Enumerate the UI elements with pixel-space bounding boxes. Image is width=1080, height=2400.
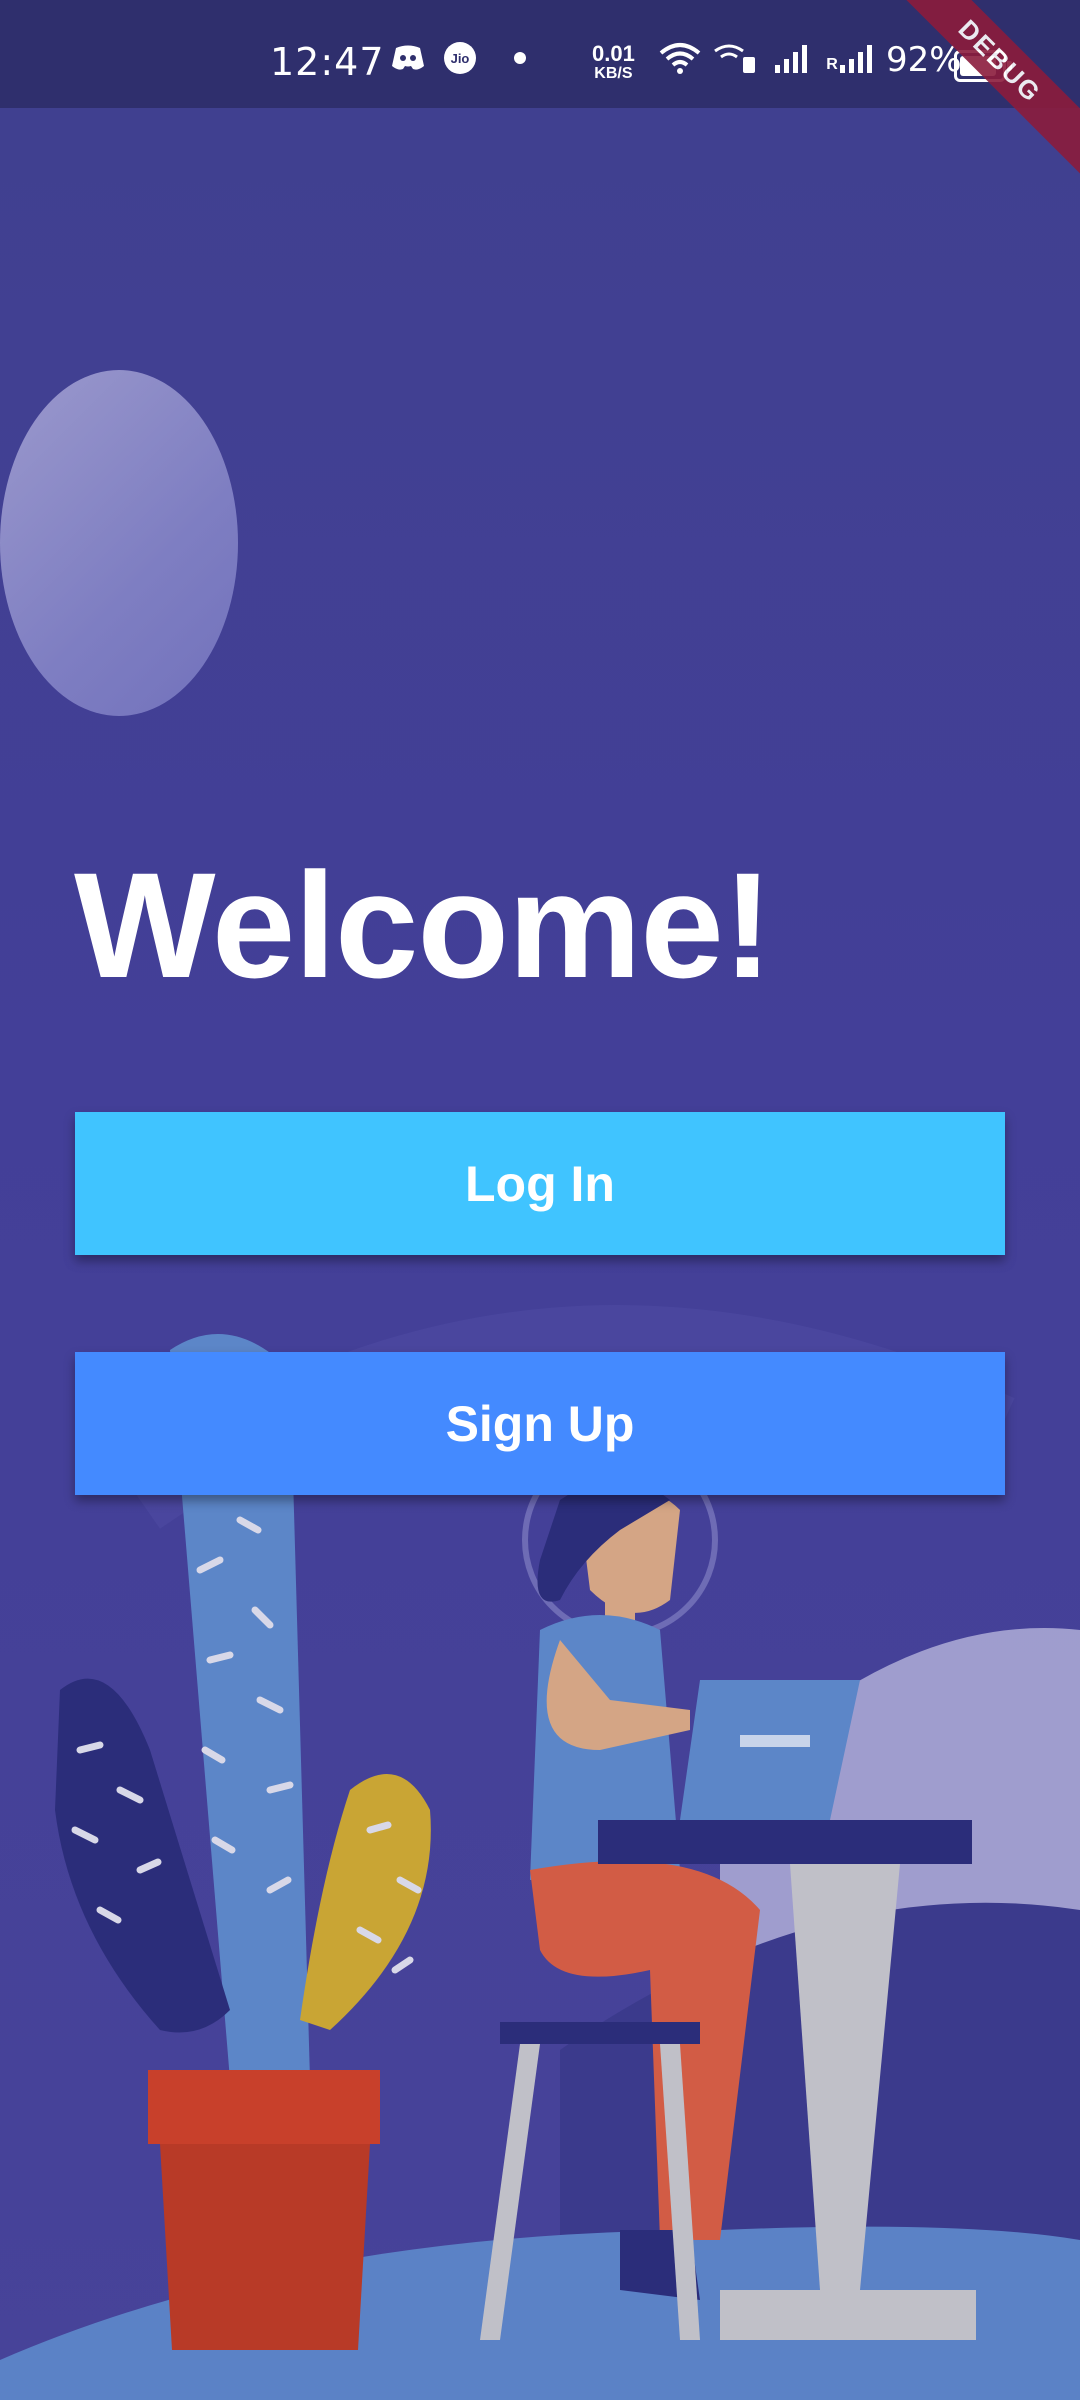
- login-button[interactable]: Log In: [75, 1112, 1005, 1255]
- stool-seat: [500, 2022, 700, 2044]
- wifi-calling-icon: [712, 40, 758, 76]
- status-bar: 12:47 Jio 0.01 KB/S R 92%: [0, 0, 1080, 108]
- moon-decoration: [0, 370, 238, 716]
- welcome-screen: 12:47 Jio 0.01 KB/S R 92% DEBUG Welcome!…: [0, 0, 1080, 2400]
- signal-icon: [772, 40, 812, 76]
- jio-icon: Jio: [442, 40, 478, 76]
- net-speed-value: 0.01: [592, 41, 635, 66]
- status-time: 12:47: [270, 40, 385, 84]
- signal-roaming-icon: R: [822, 40, 880, 76]
- jio-label: Jio: [451, 51, 470, 66]
- dot-icon: [508, 40, 532, 76]
- pot-rim: [148, 2070, 380, 2144]
- laptop-logo: [740, 1735, 810, 1747]
- welcome-title: Welcome!: [74, 841, 773, 1009]
- laptop: [680, 1680, 860, 1820]
- desk-top: [598, 1820, 972, 1864]
- roaming-label: R: [826, 56, 838, 73]
- desk-base: [720, 2290, 976, 2340]
- cactus-yellow-arm: [300, 1774, 431, 2030]
- signup-button[interactable]: Sign Up: [75, 1352, 1005, 1495]
- battery-percentage: 92%: [886, 40, 962, 80]
- net-speed: 0.01 KB/S: [592, 41, 635, 84]
- net-speed-unit: KB/S: [594, 65, 633, 82]
- wifi-icon: [658, 40, 702, 76]
- pot-body: [160, 2144, 370, 2350]
- discord-icon: [388, 40, 428, 76]
